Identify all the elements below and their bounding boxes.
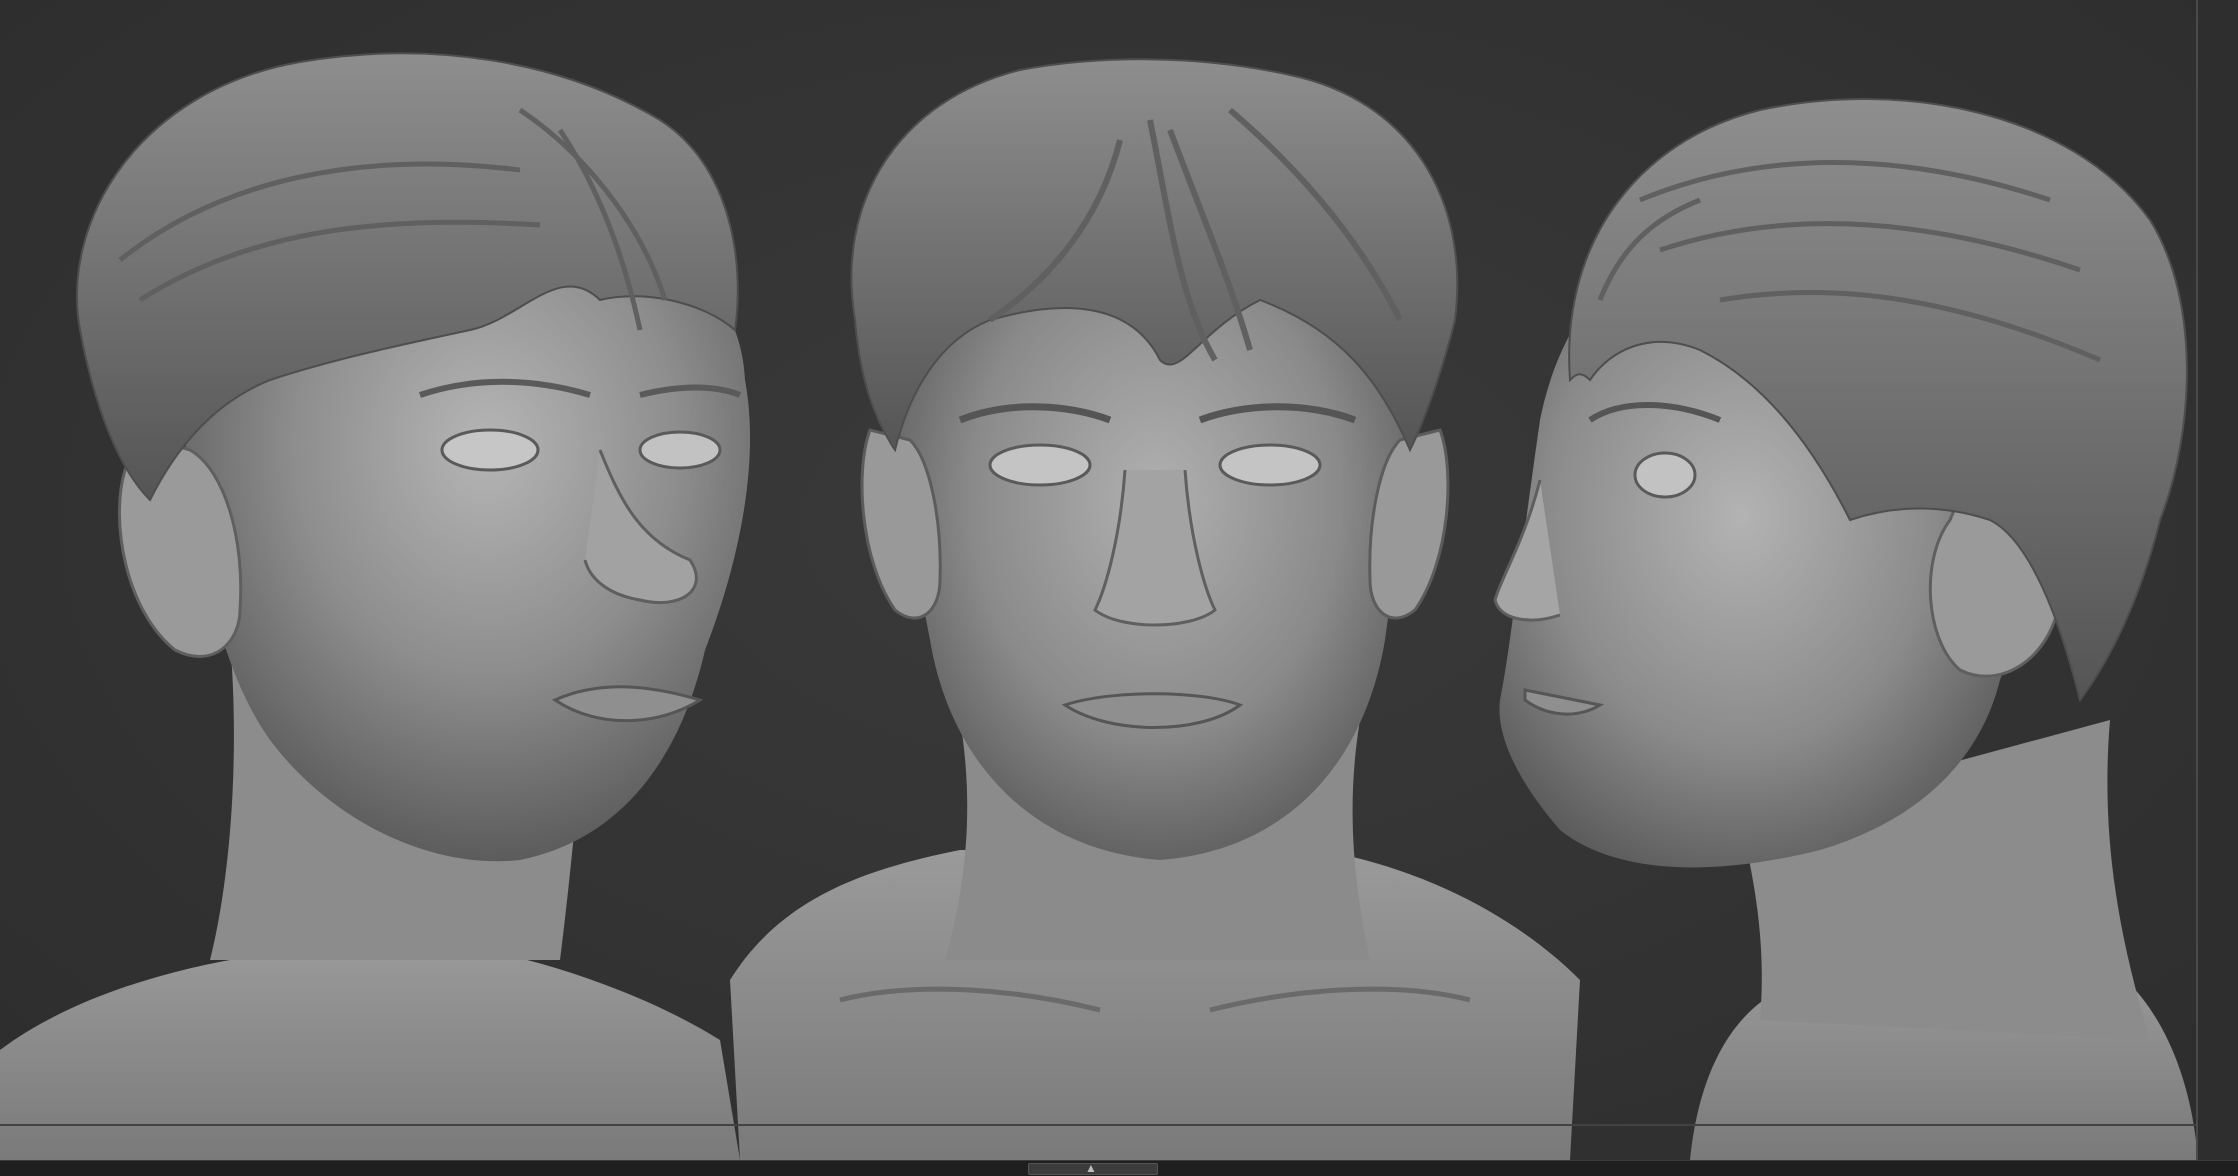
- bottom-tray-handle[interactable]: ▲: [1028, 1161, 1158, 1175]
- canvas-viewport[interactable]: [0, 0, 2238, 1160]
- left-bust-eye-left: [440, 428, 540, 472]
- bust-profile-view: [1493, 98, 2198, 1160]
- bottom-tray: ▲: [0, 1160, 2238, 1176]
- expand-collapse-icon: ▲: [1085, 1161, 1097, 1175]
- bust-three-quarter-view: [0, 52, 751, 1160]
- left-bust-shoulders: [0, 940, 740, 1160]
- right-bust-eye: [1633, 451, 1697, 499]
- bust-front-view: [730, 58, 1580, 1160]
- center-bust-eye-right: [1218, 443, 1322, 487]
- left-bust-eye-right: [638, 430, 722, 470]
- viewport-frame-bottom: [0, 1124, 2198, 1126]
- right-side-panel-edge[interactable]: [2198, 0, 2238, 1160]
- center-bust-eye-left: [988, 443, 1092, 487]
- sculpt-render: [0, 52, 2198, 1160]
